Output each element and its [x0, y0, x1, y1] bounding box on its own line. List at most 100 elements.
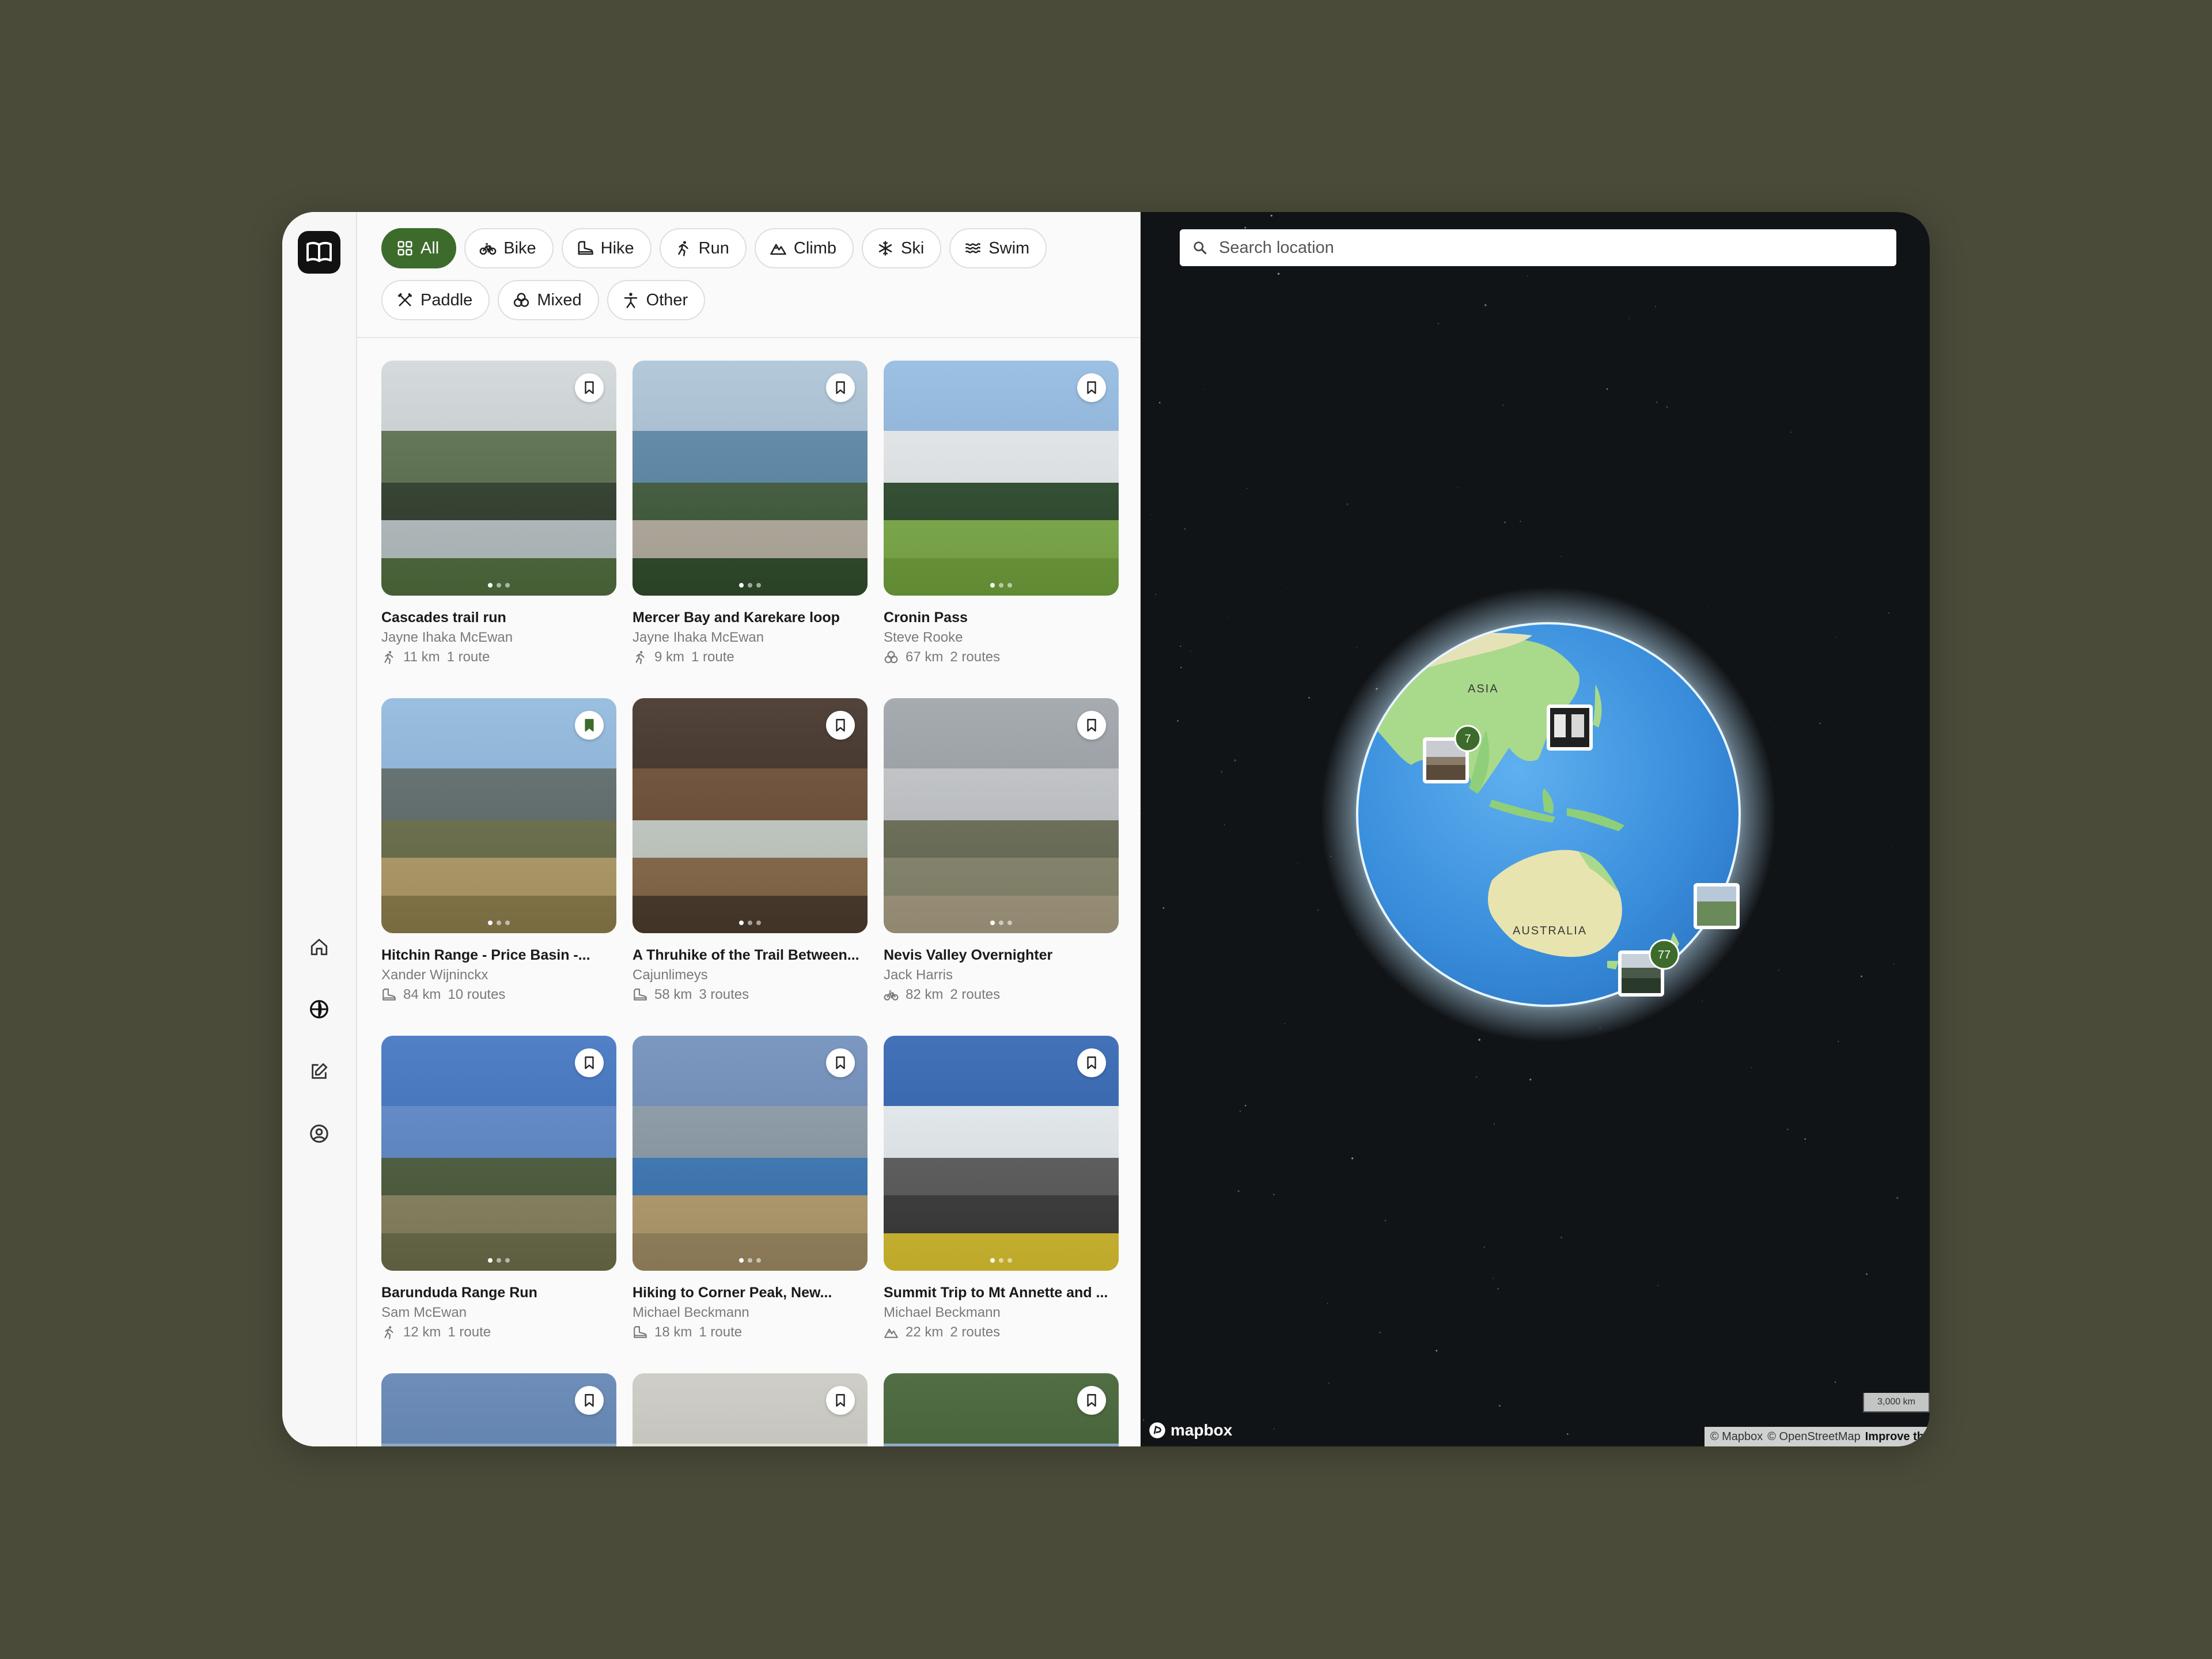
- trip-photo[interactable]: [884, 698, 1119, 933]
- trip-meta: 84 km 10 routes: [381, 987, 616, 1003]
- home-icon[interactable]: [304, 932, 334, 962]
- trip-meta: 12 km 1 route: [381, 1324, 616, 1340]
- trip-card[interactable]: Hitchin Range - Price Basin -... Xander W…: [381, 698, 616, 1036]
- trip-author[interactable]: Jack Harris: [884, 967, 1119, 983]
- filter-chip-label: Other: [646, 290, 688, 309]
- trip-title[interactable]: Summit Trip to Mt Annette and ...: [884, 1285, 1119, 1301]
- carousel-dots[interactable]: [632, 583, 868, 588]
- carousel-dots[interactable]: [381, 583, 616, 588]
- trip-photo[interactable]: [632, 1373, 868, 1446]
- map-marker-photo[interactable]: [1694, 883, 1740, 929]
- trip-photo[interactable]: [381, 361, 616, 596]
- trip-title[interactable]: Hiking to Corner Peak, New...: [632, 1285, 868, 1301]
- trip-title[interactable]: A Thruhike of the Trail Between...: [632, 947, 868, 964]
- user-icon[interactable]: [304, 1119, 334, 1149]
- bookmark-icon[interactable]: [575, 1386, 604, 1415]
- trip-routes: 2 routes: [950, 1324, 1001, 1340]
- bookmark-icon[interactable]: [575, 373, 604, 402]
- bookmark-icon[interactable]: [1077, 711, 1106, 740]
- trip-photo[interactable]: [632, 698, 868, 933]
- attribution-mapbox[interactable]: © Mapbox: [1710, 1430, 1763, 1444]
- carousel-dots[interactable]: [632, 1258, 868, 1263]
- bookmark-icon[interactable]: [575, 711, 604, 740]
- trip-photo[interactable]: [381, 1373, 616, 1446]
- filter-chip-bike[interactable]: Bike: [464, 228, 554, 268]
- carousel-dots[interactable]: [884, 583, 1119, 588]
- bookmark-icon[interactable]: [1077, 1386, 1106, 1415]
- filter-chip-climb[interactable]: Climb: [754, 228, 854, 268]
- carousel-dots[interactable]: [884, 921, 1119, 925]
- trip-photo[interactable]: [381, 1036, 616, 1271]
- map-panel[interactable]: ASIA AUSTRALIA 7: [1141, 212, 1930, 1446]
- filter-chip-hike[interactable]: Hike: [561, 228, 652, 268]
- trip-title[interactable]: Mercer Bay and Karekare loop: [632, 609, 868, 626]
- bookmark-icon[interactable]: [1077, 1048, 1106, 1077]
- trip-photo[interactable]: [884, 361, 1119, 596]
- trip-card[interactable]: [884, 1373, 1119, 1446]
- trip-card[interactable]: A Thruhike of the Trail Between... Cajunl…: [632, 698, 868, 1036]
- trip-title[interactable]: Hitchin Range - Price Basin -...: [381, 947, 616, 964]
- carousel-dots[interactable]: [381, 1258, 616, 1263]
- trip-title[interactable]: Cascades trail run: [381, 609, 616, 626]
- trip-card[interactable]: Nevis Valley Overnighter Jack Harris 82 km…: [884, 698, 1119, 1036]
- trip-card[interactable]: Barunduda Range Run Sam McEwan 12 km 1 rout…: [381, 1036, 616, 1373]
- trip-routes: 2 routes: [950, 987, 1001, 1002]
- mapbox-logo[interactable]: mapbox: [1149, 1421, 1232, 1440]
- trip-distance: 67 km: [906, 649, 944, 665]
- trip-author[interactable]: Jayne Ihaka McEwan: [632, 630, 868, 646]
- filter-chip-label: Hike: [600, 238, 634, 257]
- globe-icon[interactable]: [304, 994, 334, 1024]
- trip-author[interactable]: Jayne Ihaka McEwan: [381, 630, 616, 646]
- trip-author[interactable]: Michael Beckmann: [632, 1305, 868, 1321]
- bookmark-icon[interactable]: [826, 1386, 855, 1415]
- trip-photo[interactable]: [381, 698, 616, 933]
- filter-chip-run[interactable]: Run: [659, 228, 747, 268]
- trip-card[interactable]: [381, 1373, 616, 1446]
- trip-card[interactable]: Cascades trail run Jayne Ihaka McEwan 11 k…: [381, 361, 616, 698]
- trip-card[interactable]: [632, 1373, 868, 1446]
- bookmark-icon[interactable]: [826, 1048, 855, 1077]
- trip-meta: 67 km 2 routes: [884, 649, 1119, 665]
- cluster-badge[interactable]: 77: [1649, 939, 1680, 970]
- carousel-dots[interactable]: [381, 921, 616, 925]
- trip-author[interactable]: Michael Beckmann: [884, 1305, 1119, 1321]
- filter-chip-label: Swim: [988, 238, 1030, 257]
- bookmark-icon[interactable]: [826, 373, 855, 402]
- trip-photo[interactable]: [884, 1373, 1119, 1446]
- globe[interactable]: ASIA AUSTRALIA 7 77: [1141, 212, 1924, 1446]
- trip-author[interactable]: Sam McEwan: [381, 1305, 616, 1321]
- attribution-improve[interactable]: Improve th: [1865, 1430, 1924, 1444]
- trip-card[interactable]: Mercer Bay and Karekare loop Jayne Ihaka …: [632, 361, 868, 698]
- attribution-osm[interactable]: © OpenStreetMap: [1767, 1430, 1860, 1444]
- cluster-badge[interactable]: 7: [1454, 725, 1482, 752]
- edit-icon[interactable]: [304, 1056, 334, 1086]
- trip-title[interactable]: Cronin Pass: [884, 609, 1119, 626]
- filter-chip-paddle[interactable]: Paddle: [381, 280, 490, 320]
- trip-photo[interactable]: [632, 1036, 868, 1271]
- filter-chip-swim[interactable]: Swim: [949, 228, 1047, 268]
- bookmark-icon[interactable]: [826, 711, 855, 740]
- carousel-dots[interactable]: [632, 921, 868, 925]
- filter-chip-mixed[interactable]: Mixed: [498, 280, 599, 320]
- snowflake-icon: [877, 240, 894, 257]
- trip-author[interactable]: Cajunlimeys: [632, 967, 868, 983]
- trip-title[interactable]: Barunduda Range Run: [381, 1285, 616, 1301]
- map-marker-photo[interactable]: [1547, 704, 1593, 751]
- book-icon[interactable]: [298, 231, 340, 274]
- trip-card[interactable]: Hiking to Corner Peak, New... Michael Bec…: [632, 1036, 868, 1373]
- trip-author[interactable]: Steve Rooke: [884, 630, 1119, 646]
- mapbox-logo-text: mapbox: [1171, 1421, 1233, 1439]
- bookmark-icon[interactable]: [1077, 373, 1106, 402]
- trip-author[interactable]: Xander Wijninckx: [381, 967, 616, 983]
- boot-icon: [632, 1325, 647, 1340]
- trip-card[interactable]: Cronin Pass Steve Rooke 67 km 2 routes: [884, 361, 1119, 698]
- trip-photo[interactable]: [884, 1036, 1119, 1271]
- trip-photo[interactable]: [632, 361, 868, 596]
- filter-chip-all[interactable]: All: [381, 228, 457, 268]
- trip-title[interactable]: Nevis Valley Overnighter: [884, 947, 1119, 964]
- trip-card[interactable]: Summit Trip to Mt Annette and ... Michael…: [884, 1036, 1119, 1373]
- filter-chip-other[interactable]: Other: [607, 280, 706, 320]
- filter-chip-ski[interactable]: Ski: [862, 228, 942, 268]
- bookmark-icon[interactable]: [575, 1048, 604, 1077]
- carousel-dots[interactable]: [884, 1258, 1119, 1263]
